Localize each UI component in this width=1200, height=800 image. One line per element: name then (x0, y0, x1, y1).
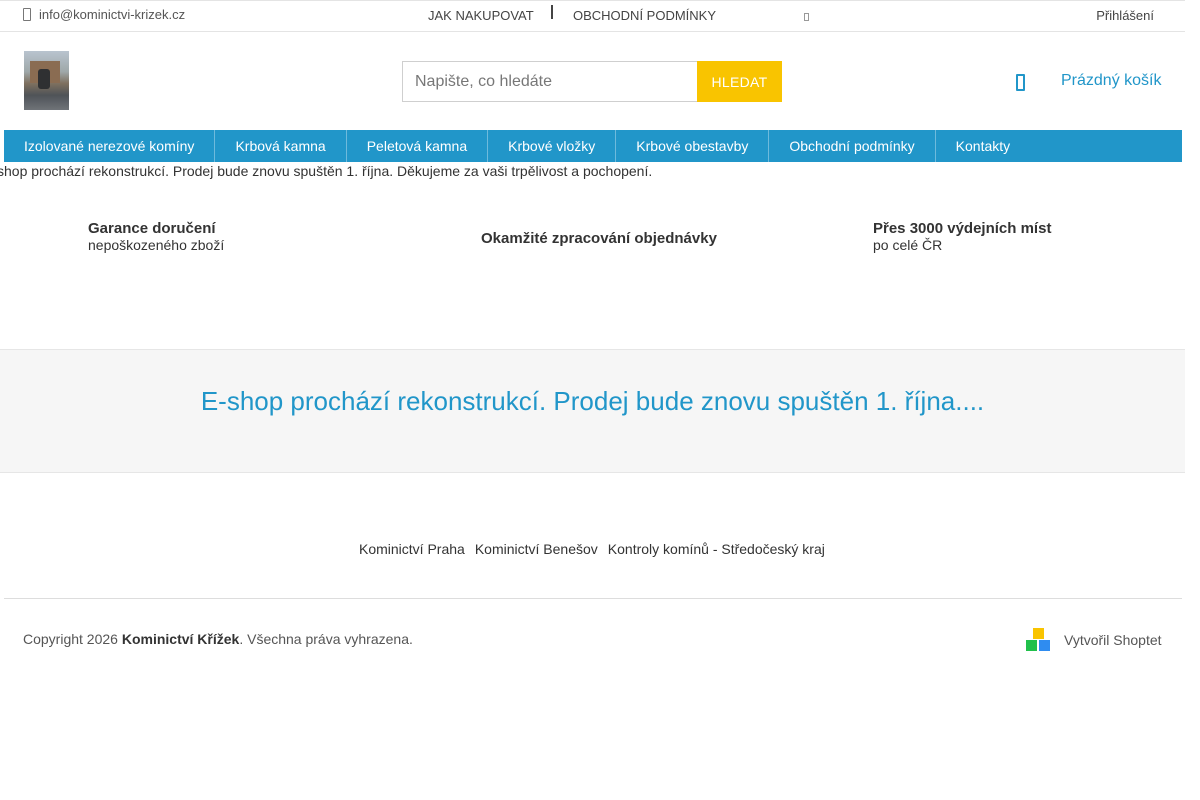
benefit-subtitle: nepoškozeného zboží (88, 237, 225, 253)
how-to-buy-link[interactable]: JAK NAKUPOVAT (428, 8, 534, 23)
benefit-subtitle: po celé ČR (873, 237, 943, 253)
footer-link-inspections[interactable]: Kontroly komínů - Středočeský kraj (608, 541, 825, 557)
search-input[interactable] (402, 61, 697, 102)
copyright-suffix: . Všechna práva vyhrazena. (239, 631, 413, 647)
main-menu: Izolované nerezové komíny Krbová kamna P… (4, 130, 1182, 162)
menu-item-contacts[interactable]: Kontakty (936, 130, 1030, 162)
banner-text: E-shop prochází rekonstrukcí. Prodej bud… (200, 386, 985, 416)
benefit-title: Okamžité zpracování objednávky (481, 230, 717, 247)
benefit-title: Přes 3000 výdejních míst (873, 220, 1052, 237)
copyright-brand: Kominictví Křížek (121, 631, 240, 647)
menu-item-fireplace-surrounds[interactable]: Krbové obestavby (616, 130, 770, 162)
topbar-separator (551, 5, 553, 19)
search-button[interactable]: HLEDAT (697, 61, 782, 102)
notice-text: shop prochází rekonstrukcí. Prodej bude … (0, 163, 653, 179)
logo-image-figure (38, 69, 50, 89)
site-logo[interactable] (24, 51, 69, 110)
phone-icon (23, 8, 31, 21)
dropdown-icon[interactable] (804, 13, 809, 21)
cart-link[interactable]: Prázdný košík (1061, 72, 1161, 90)
login-link[interactable]: Přihlášení (1096, 8, 1154, 23)
shoptet-logo-icon (1026, 628, 1050, 652)
copyright: Copyright 2026 Kominictví Křížek. Všechn… (23, 631, 413, 647)
footer-divider (4, 598, 1182, 599)
email-link[interactable]: info@kominictvi-krizek.cz (23, 7, 185, 22)
announcement-banner: E-shop prochází rekonstrukcí. Prodej bud… (0, 349, 1185, 473)
footer-link-benesov[interactable]: Kominictví Benešov (475, 541, 598, 557)
benefit-title: Garance doručení (88, 220, 216, 237)
footer-link-praha[interactable]: Kominictví Praha (359, 541, 465, 557)
menu-item-fireplace-inserts[interactable]: Krbové vložky (488, 130, 617, 162)
top-bar: info@kominictvi-krizek.cz JAK NAKUPOVAT … (0, 0, 1185, 32)
shoptet-link[interactable]: Vytvořil Shoptet (1026, 628, 1162, 652)
benefit-pickup-points: Přes 3000 výdejních míst po celé ČR (873, 220, 1051, 253)
menu-item-pellet-stoves[interactable]: Peletová kamna (347, 130, 489, 162)
terms-link[interactable]: OBCHODNÍ PODMÍNKY (573, 8, 716, 23)
benefit-delivery: Garance doručení nepoškozeného zboží (88, 220, 224, 253)
menu-item-chimneys[interactable]: Izolované nerezové komíny (4, 130, 216, 162)
menu-item-fireplace-stoves[interactable]: Krbová kamna (215, 130, 347, 162)
copyright-prefix: Copyright 2026 (23, 631, 122, 647)
cart-icon[interactable] (1016, 74, 1025, 91)
search-form: HLEDAT (402, 61, 782, 102)
email-text: info@kominictvi-krizek.cz (39, 7, 186, 22)
menu-item-terms[interactable]: Obchodní podmínky (769, 130, 936, 162)
footer-links: Kominictví Praha Kominictví Benešov Kont… (359, 541, 825, 557)
shoptet-text: Vytvořil Shoptet (1064, 632, 1162, 648)
benefit-processing: Okamžité zpracování objednávky (481, 230, 717, 247)
